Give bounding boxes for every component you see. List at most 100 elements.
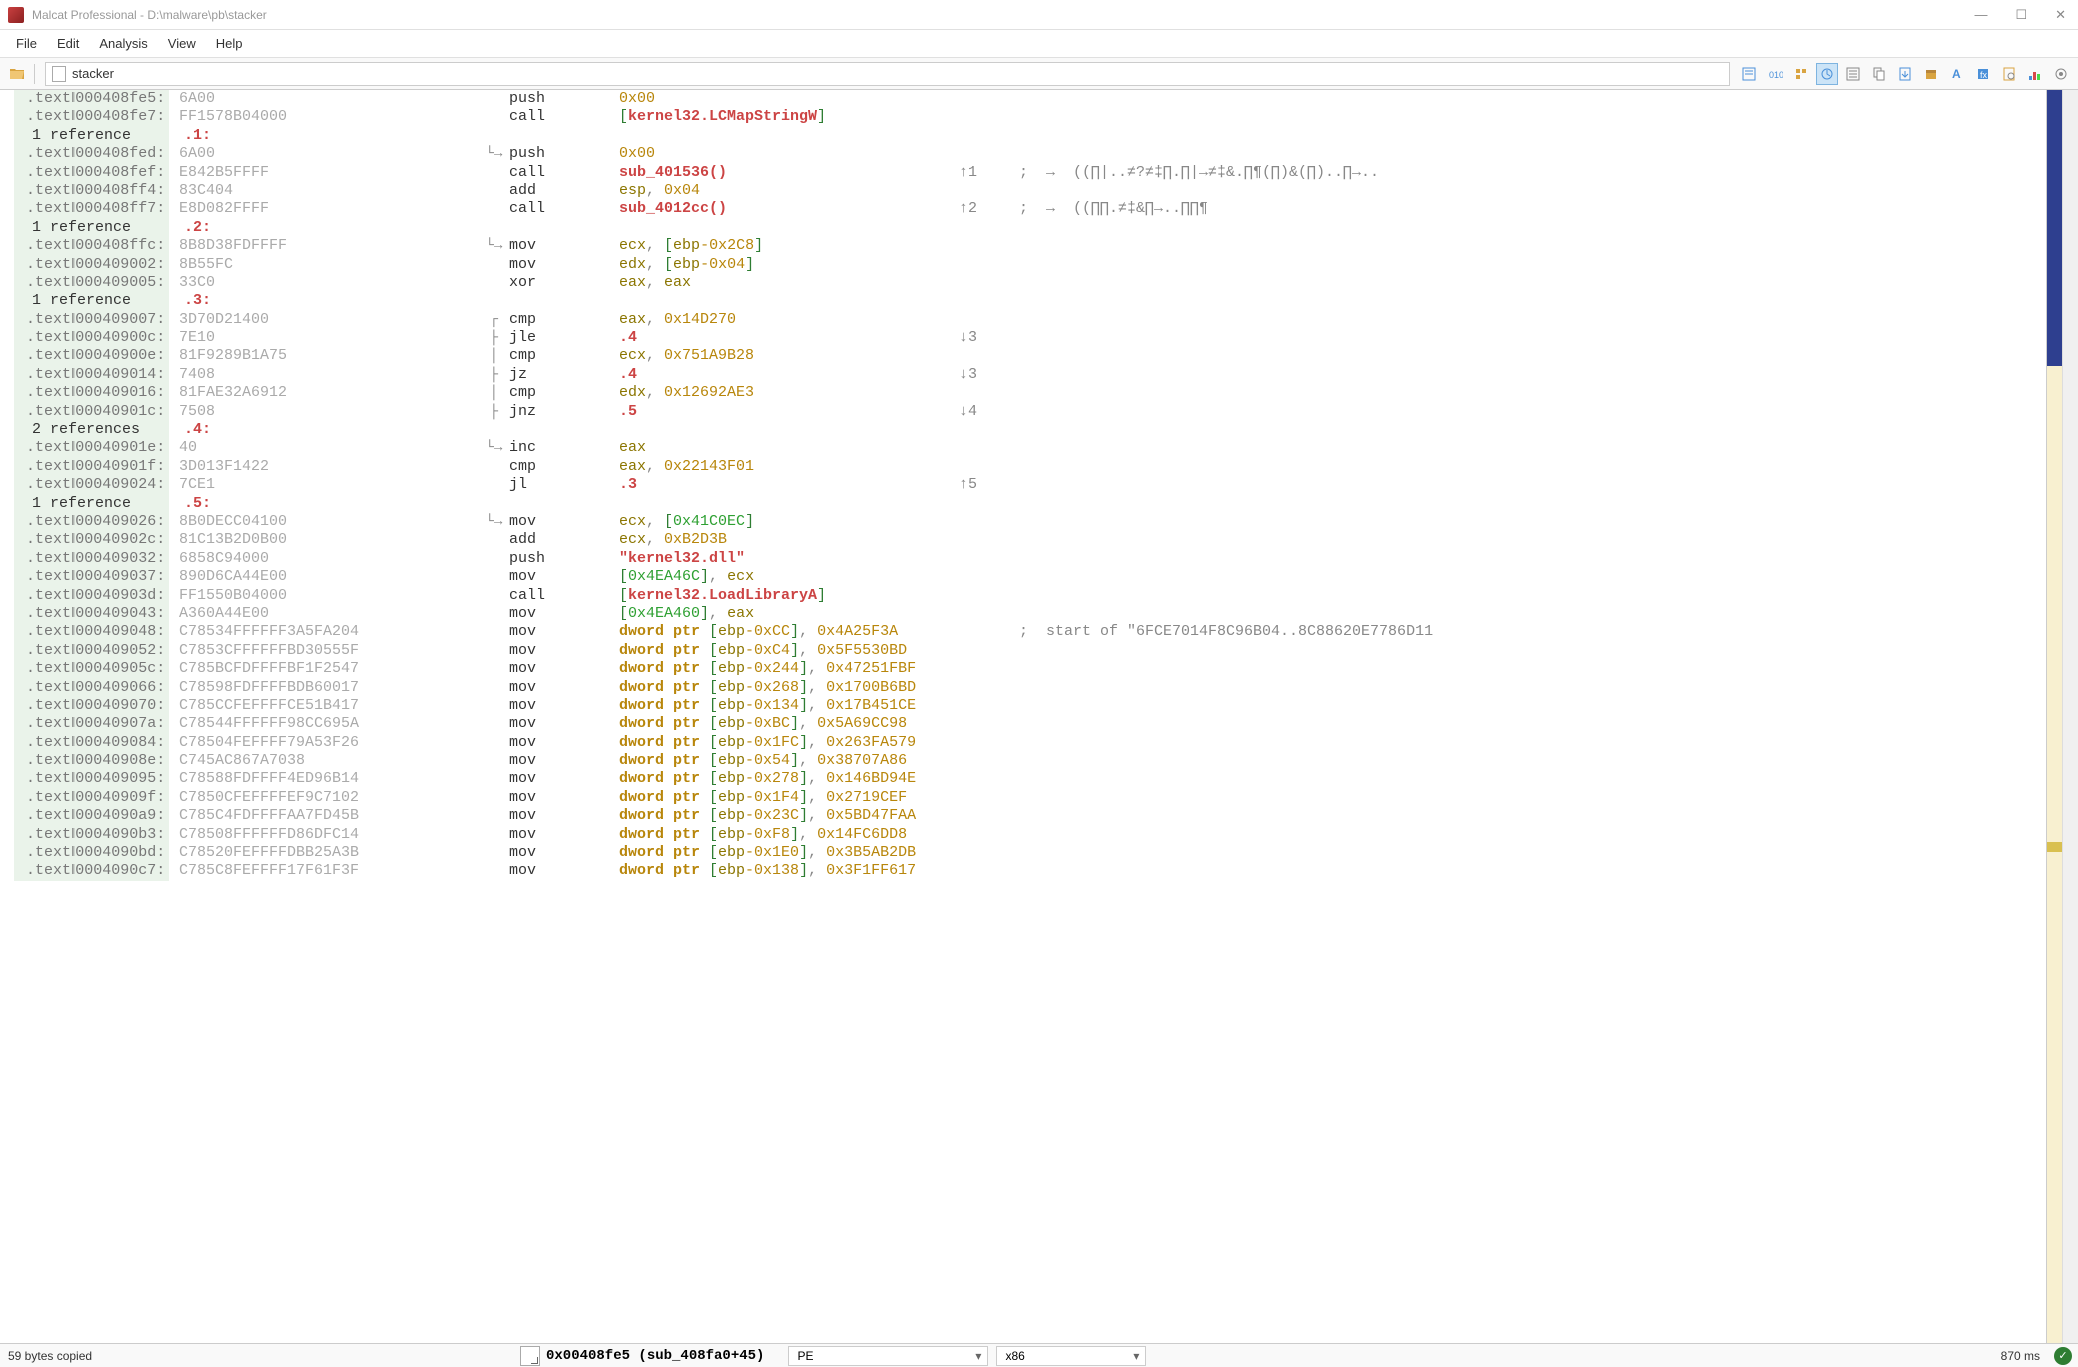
address[interactable]: .text‖000409024: — [14, 476, 169, 494]
nav-strip[interactable] — [2046, 90, 2062, 1343]
address[interactable]: .text‖00040908e: — [14, 752, 169, 770]
reference-count[interactable]: ▸1 reference — [14, 127, 169, 145]
code-line[interactable]: .text‖00040903d:FF1550B04000call[kernel3… — [14, 587, 2046, 605]
address[interactable]: .text‖000409014: — [14, 366, 169, 384]
menu-analysis[interactable]: Analysis — [89, 32, 157, 55]
view-disasm-icon[interactable] — [1816, 63, 1838, 85]
address[interactable]: .text‖00040902c: — [14, 531, 169, 549]
code-line[interactable]: ▸2 references.4: — [14, 421, 2046, 439]
code-line[interactable]: .text‖00040907a:C78544FFFFFF98CC695Amovd… — [14, 715, 2046, 733]
code-line[interactable]: .text‖000408ff7:E8D082FFFFcallsub_4012cc… — [14, 200, 2046, 218]
address[interactable]: .text‖000408fe5: — [14, 90, 169, 108]
view-functions-icon[interactable]: fx — [1972, 63, 1994, 85]
code-line[interactable]: .text‖00040900e:81F9289B1A75│cmpecx, 0x7… — [14, 347, 2046, 365]
address[interactable]: .text‖000408ffc: — [14, 237, 169, 255]
menu-view[interactable]: View — [158, 32, 206, 55]
view-export-icon[interactable] — [1894, 63, 1916, 85]
code-line[interactable]: .text‖000408fef:E842B5FFFFcallsub_401536… — [14, 164, 2046, 182]
code-line[interactable]: .text‖00040905c:C785BCFDFFFFBF1F2547movd… — [14, 660, 2046, 678]
code-line[interactable]: .text‖00040901c:7508├jnz.5↓4 — [14, 403, 2046, 421]
close-button[interactable]: ✕ — [2051, 5, 2070, 25]
view-tools-icon[interactable] — [2050, 63, 2072, 85]
disassembly-view[interactable]: .text‖000408fe5:6A00push0x00.text‖000408… — [14, 90, 2046, 1343]
address[interactable]: .text‖000409005: — [14, 274, 169, 292]
code-line[interactable]: .text‖000408ff4:83C404addesp, 0x04 — [14, 182, 2046, 200]
code-line[interactable]: .text‖000408fe7:FF1578B04000call[kernel3… — [14, 108, 2046, 126]
view-summary-icon[interactable] — [1738, 63, 1760, 85]
address[interactable]: .text‖00040909f: — [14, 789, 169, 807]
code-line[interactable]: .text‖00040901f:3D013F1422cmpeax, 0x2214… — [14, 458, 2046, 476]
view-list-icon[interactable] — [1842, 63, 1864, 85]
gutter[interactable] — [0, 90, 14, 1343]
code-line[interactable]: .text‖000409002:8B55FCmovedx, [ebp-0x04] — [14, 256, 2046, 274]
code-line[interactable]: .text‖000409007:3D70D21400┌cmpeax, 0x14D… — [14, 311, 2046, 329]
code-line[interactable]: .text‖00040902c:81C13B2D0B00addecx, 0xB2… — [14, 531, 2046, 549]
code-line[interactable]: .text‖000409052:C7853CFFFFFFBD30555Fmovd… — [14, 642, 2046, 660]
code-line[interactable]: .text‖000409037:890D6CA44E00mov[0x4EA46C… — [14, 568, 2046, 586]
minimize-button[interactable]: — — [1970, 5, 1991, 25]
code-line[interactable]: .text‖000409014:7408├jz.4↓3 — [14, 366, 2046, 384]
view-struct-icon[interactable] — [1790, 63, 1812, 85]
address[interactable]: .text‖0004090bd: — [14, 844, 169, 862]
code-line[interactable]: .text‖000409043:A360A44E00mov[0x4EA460],… — [14, 605, 2046, 623]
address[interactable]: .text‖000409026: — [14, 513, 169, 531]
menu-help[interactable]: Help — [206, 32, 253, 55]
address[interactable]: .text‖0004090c7: — [14, 862, 169, 880]
code-line[interactable]: .text‖00040900c:7E10├jle.4↓3 — [14, 329, 2046, 347]
address[interactable]: .text‖000409016: — [14, 384, 169, 402]
code-line[interactable]: .text‖000409026:8B0DECC04100└→movecx, [0… — [14, 513, 2046, 531]
address[interactable]: .text‖000409032: — [14, 550, 169, 568]
address[interactable]: .text‖000408fef: — [14, 164, 169, 182]
address[interactable]: .text‖000409002: — [14, 256, 169, 274]
open-folder-icon[interactable] — [6, 63, 28, 85]
code-line[interactable]: .text‖000409032:6858C94000push"kernel32.… — [14, 550, 2046, 568]
code-line[interactable]: .text‖00040909f:C7850CFEFFFFEF9C7102movd… — [14, 789, 2046, 807]
address[interactable]: .text‖000409037: — [14, 568, 169, 586]
code-line[interactable]: .text‖000409070:C785CCFEFFFFCE51B417movd… — [14, 697, 2046, 715]
address[interactable]: .text‖0004090b3: — [14, 826, 169, 844]
view-strings-icon[interactable]: A — [1946, 63, 1968, 85]
address[interactable]: .text‖000408ff7: — [14, 200, 169, 218]
reference-count[interactable]: ▸1 reference — [14, 292, 169, 310]
view-hex-icon[interactable]: 0101 — [1764, 63, 1786, 85]
address[interactable]: .text‖000409070: — [14, 697, 169, 715]
address[interactable]: .text‖000409095: — [14, 770, 169, 788]
view-copy-icon[interactable] — [1868, 63, 1890, 85]
address[interactable]: .text‖000409043: — [14, 605, 169, 623]
address[interactable]: .text‖000408fe7: — [14, 108, 169, 126]
view-graph-icon[interactable] — [2024, 63, 2046, 85]
address[interactable]: .text‖00040901e: — [14, 439, 169, 457]
path-input[interactable]: stacker — [45, 62, 1730, 86]
address[interactable]: .text‖00040903d: — [14, 587, 169, 605]
code-line[interactable]: ▸1 reference.5: — [14, 495, 2046, 513]
code-line[interactable]: .text‖000409005:33C0xoreax, eax — [14, 274, 2046, 292]
address[interactable]: .text‖00040905c: — [14, 660, 169, 678]
code-line[interactable]: .text‖00040908e:C745AC867A7038movdword p… — [14, 752, 2046, 770]
code-line[interactable]: .text‖000409016:81FAE32A6912│cmpedx, 0x1… — [14, 384, 2046, 402]
code-line[interactable]: .text‖000409066:C78598FDFFFFBDB60017movd… — [14, 679, 2046, 697]
address[interactable]: .text‖000408ff4: — [14, 182, 169, 200]
code-line[interactable]: .text‖000409048:C78534FFFFFF3A5FA204movd… — [14, 623, 2046, 641]
menu-edit[interactable]: Edit — [47, 32, 89, 55]
address[interactable]: .text‖00040901c: — [14, 403, 169, 421]
view-scan-icon[interactable] — [1998, 63, 2020, 85]
code-line[interactable]: .text‖0004090a9:C785C4FDFFFFAA7FD45Bmovd… — [14, 807, 2046, 825]
maximize-button[interactable]: ☐ — [2011, 5, 2031, 25]
address[interactable]: .text‖000409007: — [14, 311, 169, 329]
address[interactable]: .text‖000408fed: — [14, 145, 169, 163]
address[interactable]: .text‖000409052: — [14, 642, 169, 660]
scrollbar[interactable] — [2062, 90, 2078, 1343]
reference-count[interactable]: ▸1 reference — [14, 495, 169, 513]
address[interactable]: .text‖00040901f: — [14, 458, 169, 476]
address[interactable]: .text‖000409048: — [14, 623, 169, 641]
address[interactable]: .text‖00040900e: — [14, 347, 169, 365]
code-line[interactable]: .text‖0004090b3:C78508FFFFFFD86DFC14movd… — [14, 826, 2046, 844]
menu-file[interactable]: File — [6, 32, 47, 55]
reference-count[interactable]: ▸2 references — [14, 421, 169, 439]
view-archive-icon[interactable] — [1920, 63, 1942, 85]
code-line[interactable]: .text‖00040901e:40└→inceax — [14, 439, 2046, 457]
reference-count[interactable]: ▸1 reference — [14, 219, 169, 237]
code-line[interactable]: ▸1 reference.2: — [14, 219, 2046, 237]
code-line[interactable]: .text‖000408fed:6A00└→push0x00 — [14, 145, 2046, 163]
code-line[interactable]: .text‖000409095:C78588FDFFFF4ED96B14movd… — [14, 770, 2046, 788]
